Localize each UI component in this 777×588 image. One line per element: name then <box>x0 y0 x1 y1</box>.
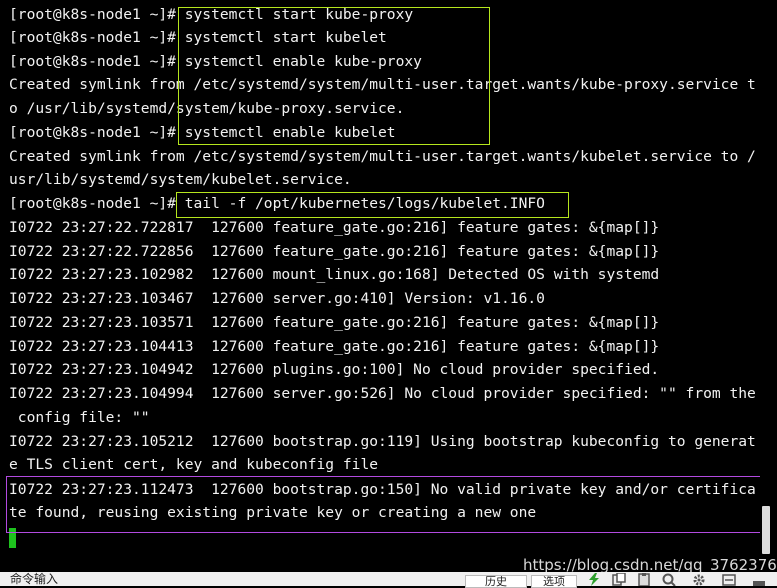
terminal-line: o /usr/lib/systemd/system/kube-proxy.ser… <box>9 100 405 117</box>
copy-icon[interactable] <box>612 573 626 586</box>
scrollbar-thumb[interactable] <box>762 506 770 554</box>
terminal-line: Created symlink from /etc/systemd/system… <box>9 148 756 165</box>
log-line: I0722 23:27:23.104413 127600 feature_gat… <box>9 338 660 355</box>
gear-icon[interactable] <box>692 573 706 586</box>
history-button[interactable]: 历史 <box>465 575 527 588</box>
log-line: I0722 23:27:22.722817 127600 feature_gat… <box>9 219 660 236</box>
log-line: I0722 23:27:23.112473 127600 bootstrap.g… <box>9 481 756 498</box>
log-line: I0722 23:27:23.105212 127600 bootstrap.g… <box>9 433 756 450</box>
terminal-line: [root@k8s-node1 ~]# systemctl start kube… <box>9 6 414 23</box>
minimize-icon[interactable] <box>752 573 766 586</box>
terminal-line: [root@k8s-node1 ~]# tail -f /opt/kuberne… <box>9 195 545 212</box>
terminal-line: [root@k8s-node1 ~]# systemctl enable kub… <box>9 124 396 141</box>
log-line: e TLS client cert, key and kubeconfig fi… <box>9 456 379 473</box>
log-line: I0722 23:27:23.104942 127600 plugins.go:… <box>9 361 660 378</box>
terminal-line: [root@k8s-node1 ~]# systemctl enable kub… <box>9 53 422 70</box>
log-line: I0722 23:27:23.103571 127600 feature_gat… <box>9 314 660 331</box>
options-button[interactable]: 选项 <box>531 575 577 588</box>
log-line: I0722 23:27:23.104994 127600 server.go:5… <box>9 385 756 402</box>
scrollbar-track[interactable] <box>760 0 777 560</box>
command-bar <box>0 572 777 586</box>
terminal-output[interactable]: [root@k8s-node1 ~]# systemctl start kube… <box>0 0 762 560</box>
lightning-icon[interactable] <box>587 573 601 586</box>
log-line: config file: "" <box>9 409 150 426</box>
terminal-line: usr/lib/systemd/system/kubelet.service. <box>9 171 352 188</box>
log-line: I0722 23:27:23.102982 127600 mount_linux… <box>9 266 660 283</box>
settings-icon[interactable] <box>722 573 736 586</box>
paste-icon[interactable] <box>637 573 651 586</box>
terminal-line: Created symlink from /etc/systemd/system… <box>9 76 756 93</box>
terminal-line: [root@k8s-node1 ~]# systemctl start kube… <box>9 29 387 46</box>
search-icon[interactable] <box>662 573 676 586</box>
log-line: te found, reusing existing private key o… <box>9 504 537 521</box>
command-input-label[interactable]: 命令输入 <box>10 572 58 586</box>
terminal-cursor <box>9 528 16 548</box>
log-line: I0722 23:27:22.722856 127600 feature_gat… <box>9 243 660 260</box>
log-line: I0722 23:27:23.103467 127600 server.go:4… <box>9 290 545 307</box>
